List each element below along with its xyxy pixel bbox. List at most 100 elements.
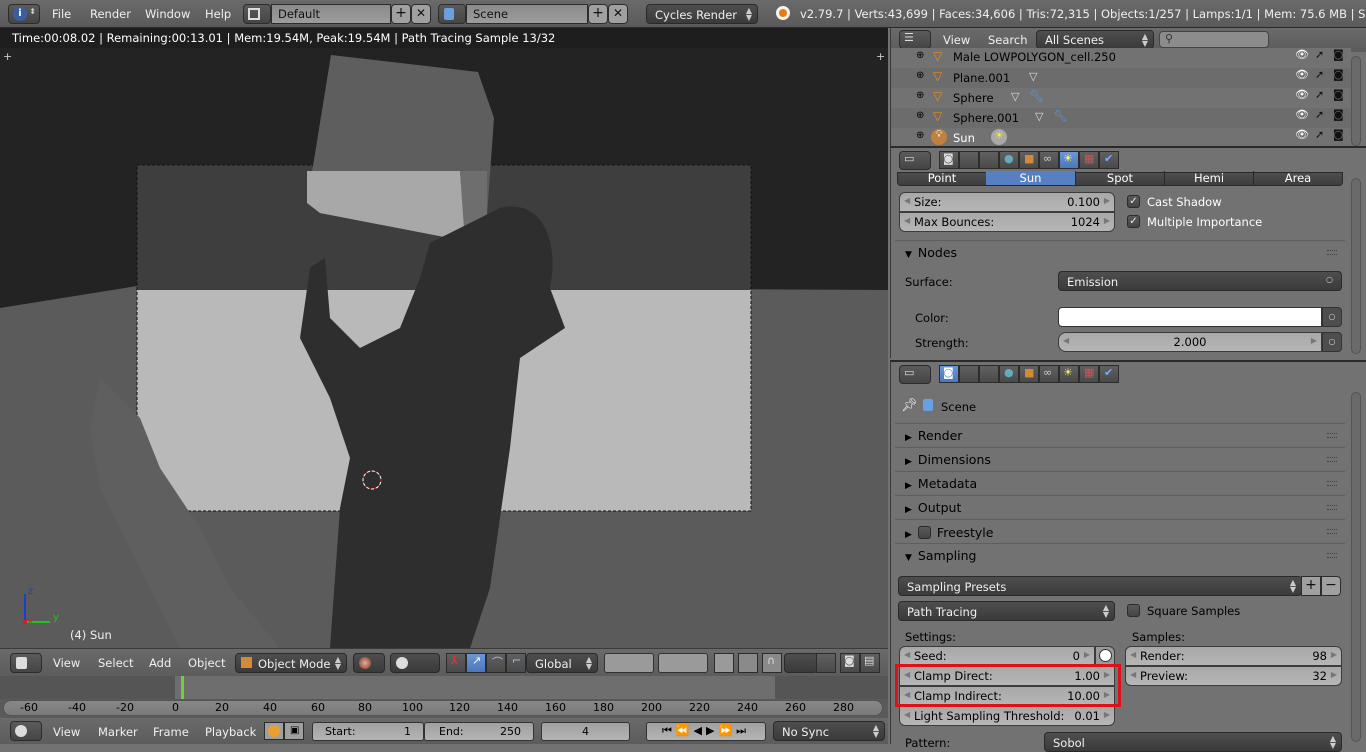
tab-physics[interactable]: ✔: [1099, 365, 1119, 383]
size-field[interactable]: ◀ Size: 0.100 ▶: [899, 192, 1115, 212]
lamp-type-spot[interactable]: Spot: [1075, 171, 1164, 185]
nodes-panel-header[interactable]: ▼ Nodes: [895, 240, 1345, 264]
outliner-item-name[interactable]: Sphere.001: [953, 111, 1019, 125]
start-frame-field[interactable]: Start: 1: [312, 722, 424, 741]
proportional-edit-button[interactable]: [738, 653, 758, 673]
sync-mode-dropdown[interactable]: No Sync ▲ ▼: [773, 721, 885, 741]
outliner-menu-search[interactable]: Search: [988, 33, 1028, 47]
editor-type-info-button[interactable]: i ⬍: [8, 4, 40, 24]
timeline-menu-playback[interactable]: Playback: [205, 725, 256, 739]
menu-select[interactable]: Select: [98, 656, 133, 670]
tab-lamp-data[interactable]: ☀: [1059, 365, 1079, 383]
outliner-menu-view[interactable]: View: [943, 33, 970, 47]
mode-dropdown[interactable]: Object Mode ▲ ▼: [235, 653, 347, 673]
tab-scene[interactable]: [979, 151, 999, 169]
snap-element-dropdown[interactable]: [784, 653, 818, 673]
tab-object[interactable]: ■: [1019, 151, 1039, 169]
opengl-render-button[interactable]: ◙: [840, 653, 860, 673]
multiple-importance-checkbox[interactable]: ✓: [1127, 215, 1140, 228]
outliner-item-name[interactable]: Sphere: [953, 91, 994, 105]
outliner-scrollbar[interactable]: [1351, 56, 1361, 146]
render-camera-icon[interactable]: ◙: [1333, 88, 1344, 101]
menu-render[interactable]: Render: [90, 7, 131, 21]
render-section-header[interactable]: ▶ Render: [895, 423, 1345, 447]
manipulator-toggle-button[interactable]: ⅄: [446, 653, 466, 673]
metadata-section-header[interactable]: ▶ Metadata: [895, 471, 1345, 495]
add-scene-button[interactable]: +: [588, 4, 608, 24]
playback-controls[interactable]: ⏮⏪◀▶⏩⏭: [646, 722, 766, 741]
tab-constraints[interactable]: ∞: [1039, 365, 1059, 383]
visibility-eye-icon[interactable]: 👁︎: [1295, 68, 1309, 81]
rotate-manipulator-button[interactable]: ⌒: [486, 653, 506, 673]
tab-object[interactable]: ■: [1019, 365, 1039, 383]
translate-manipulator-button[interactable]: ↗: [466, 653, 486, 673]
timeline-menu-view[interactable]: View: [53, 725, 80, 739]
decrement-arrow[interactable]: ◀: [1130, 670, 1136, 679]
freestyle-section-header[interactable]: ▶ Freestyle: [895, 519, 1345, 543]
lamp-panel-scrollbar[interactable]: [1351, 178, 1361, 354]
current-frame-field[interactable]: 4: [541, 722, 630, 741]
render-panel-scrollbar[interactable]: [1351, 392, 1361, 742]
animated-seed-button[interactable]: [1095, 646, 1115, 666]
expand-icon[interactable]: ⊕: [916, 90, 924, 101]
lamp-type-area[interactable]: Area: [1253, 171, 1342, 185]
render-camera-icon[interactable]: ◙: [1333, 68, 1344, 81]
scene-selector-button[interactable]: [438, 4, 466, 24]
increment-arrow[interactable]: ▶: [1331, 650, 1337, 659]
remove-layout-button[interactable]: ✕: [411, 4, 431, 24]
remove-scene-button[interactable]: ✕: [608, 4, 628, 24]
lamp-type-point[interactable]: Point: [898, 171, 986, 185]
freestyle-checkbox[interactable]: [917, 526, 931, 539]
select-cursor-icon[interactable]: ➚: [1315, 48, 1324, 61]
add-layout-button[interactable]: +: [391, 4, 411, 24]
tab-world[interactable]: ●: [999, 365, 1019, 383]
layer-buttons-1[interactable]: [604, 653, 654, 673]
timeline-menu-frame[interactable]: Frame: [153, 725, 189, 739]
drag-grip-icon[interactable]: [1327, 481, 1337, 486]
remove-preset-button[interactable]: −: [1321, 576, 1341, 596]
outliner-item-name[interactable]: Male LOWPOLYGON_cell.250: [953, 50, 1116, 64]
editor-type-outliner-button[interactable]: ☰: [899, 30, 931, 49]
render-samples-field[interactable]: ◀ Render: 98 ▶: [1125, 646, 1342, 666]
color-swatch[interactable]: [1058, 307, 1322, 327]
decrement-arrow[interactable]: ◀: [904, 710, 910, 719]
increment-arrow[interactable]: ▶: [1311, 336, 1317, 345]
drag-grip-icon[interactable]: [1327, 433, 1337, 438]
viewport-plus-icon-right[interactable]: +: [876, 50, 885, 63]
decrement-arrow[interactable]: ◀: [1130, 650, 1136, 659]
increment-arrow[interactable]: ▶: [1331, 670, 1337, 679]
pivot-point-dropdown[interactable]: [390, 653, 440, 673]
viewport-plus-icon[interactable]: +: [3, 50, 12, 63]
drag-grip-icon[interactable]: [1327, 553, 1337, 558]
lock-layers-button[interactable]: [714, 653, 734, 673]
snap-toggle-button[interactable]: ∩: [762, 653, 782, 673]
outliner-item-name[interactable]: Plane.001: [953, 71, 1010, 85]
playback-icons[interactable]: ⏮⏪◀▶⏩⏭: [662, 724, 750, 737]
outliner-row[interactable]: ⊕ ▽ Plane.001 ▽: [891, 68, 1351, 88]
seed-field[interactable]: ◀ Seed: 0 ▶: [899, 646, 1095, 666]
surface-shader-dropdown[interactable]: Emission ○: [1058, 271, 1342, 291]
increment-arrow[interactable]: ▶: [1104, 710, 1110, 719]
3d-viewport[interactable]: z y x (4) Sun Time:00:08.02 | Remaining:…: [0, 28, 888, 648]
lamp-type-sun[interactable]: Sun: [986, 171, 1075, 185]
timeline-menu-marker[interactable]: Marker: [98, 725, 138, 739]
tab-texture[interactable]: ▦: [1079, 151, 1099, 169]
visibility-eye-icon[interactable]: 👁︎: [1295, 128, 1309, 141]
render-camera-icon[interactable]: ◙: [1333, 108, 1344, 121]
select-cursor-icon[interactable]: ➚: [1315, 68, 1324, 81]
max-bounces-field[interactable]: ◀ Max Bounces: 1024 ▶: [899, 212, 1115, 232]
tab-render[interactable]: ◙: [939, 365, 959, 383]
render-camera-icon[interactable]: ◙: [1333, 48, 1344, 61]
lamp-type-hemi[interactable]: Hemi: [1164, 171, 1253, 185]
drag-grip-icon[interactable]: [1327, 457, 1337, 462]
increment-arrow[interactable]: ▶: [1104, 216, 1110, 225]
integrator-dropdown[interactable]: Path Tracing ▲ ▼: [898, 601, 1115, 621]
tab-render-layers[interactable]: [959, 365, 979, 383]
outliner-row[interactable]: ⊕ 💡︎ Sun ☀: [891, 128, 1351, 148]
increment-arrow[interactable]: ▶: [1104, 196, 1110, 205]
tab-physics[interactable]: ✔: [1099, 151, 1119, 169]
menu-add[interactable]: Add: [149, 656, 171, 670]
tab-render-layers[interactable]: [959, 151, 979, 169]
increment-arrow[interactable]: ▶: [1084, 650, 1090, 659]
drag-grip-icon[interactable]: [1327, 505, 1337, 510]
